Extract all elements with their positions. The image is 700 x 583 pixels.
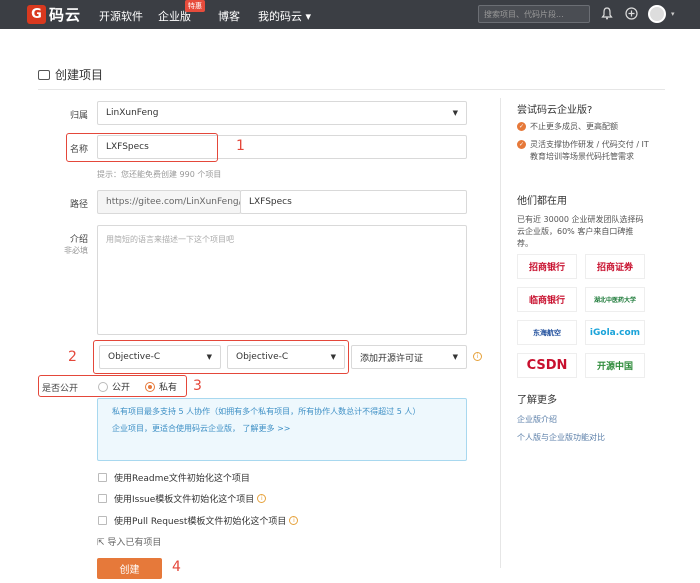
info-line-2[interactable]: 企业项目，更适合使用码云企业版， 了解更多 >>: [112, 423, 452, 434]
logo-igola: iGola.com: [585, 320, 645, 345]
logo-donghai-airlines: 东海航空: [517, 320, 577, 345]
page-title-text: 创建项目: [55, 68, 104, 82]
desc-label: 介绍: [69, 235, 88, 245]
checkbox-pr-label: 使用Pull Request模板文件初始化这个项目: [114, 517, 287, 527]
description-textarea[interactable]: 用简短的语言来描述一下这个项目吧: [97, 225, 467, 335]
annotation-box-2: [93, 340, 349, 374]
checkbox-issue-label: 使用Issue模板文件初始化这个项目: [114, 495, 255, 505]
desc-optional-note: 非必填: [64, 246, 88, 255]
logo-cmbs: 招商证券: [585, 254, 645, 279]
page-title: 创建项目: [38, 66, 103, 83]
help-icon[interactable]: i: [289, 516, 299, 525]
checkbox-issue-template[interactable]: 使用Issue模板文件初始化这个项目 i: [98, 492, 267, 505]
checkbox-box: [98, 516, 107, 525]
owner-value: LinXunFeng: [106, 108, 159, 118]
create-button[interactable]: 创建: [97, 558, 162, 579]
select-arrow-icon: ▼: [452, 353, 458, 361]
promo-badge: 特惠: [185, 0, 205, 12]
annotation-number-2: 2: [68, 349, 77, 365]
nav-my-gitee[interactable]: 我的码云 ▾: [258, 8, 311, 24]
logo-mark: G: [27, 5, 46, 24]
help-icon[interactable]: i: [257, 494, 267, 503]
annotation-number-3: 3: [193, 378, 202, 394]
sidebar-feature-1: ✓ 不止更多成员、更高配额: [517, 121, 652, 133]
title-divider: [38, 89, 665, 90]
sidebar-feature-1-text: 不止更多成员、更高配额: [530, 122, 618, 131]
sidebar-heading-users: 他们都在用: [517, 196, 567, 207]
sidebar-feature-2-text: 灵活支撑协作研发 / 代码交付 / IT 教育培训等场景代码托管需求: [530, 140, 649, 161]
checkbox-box: [98, 473, 107, 482]
chevron-down-icon[interactable]: ▾: [671, 10, 675, 18]
import-project-link[interactable]: ⇱ 导入已有项目: [97, 535, 161, 548]
chevron-down-icon: ▾: [305, 10, 312, 23]
logo-hbtcm: 湖北中医药大学: [585, 287, 645, 312]
logo-oschina: 开源中国: [585, 353, 645, 378]
import-label: 导入已有项目: [107, 538, 162, 548]
help-icon[interactable]: i: [473, 352, 482, 361]
link-version-compare[interactable]: 个人版与企业版功能对比: [517, 432, 605, 443]
logo-cmb: 招商银行: [517, 254, 577, 279]
annotation-box-3: [38, 375, 187, 397]
license-select[interactable]: 添加开源许可证 ▼: [351, 345, 467, 369]
sidebar-feature-2: ✓ 灵活支撑协作研发 / 代码交付 / IT 教育培训等场景代码托管需求: [517, 139, 652, 163]
check-icon: ✓: [517, 140, 526, 149]
checkbox-readme-label: 使用Readme文件初始化这个项目: [114, 474, 250, 484]
license-placeholder: 添加开源许可证: [360, 353, 424, 364]
logo-csdn: CSDN: [517, 353, 577, 378]
path-input[interactable]: LXFSpecs: [240, 190, 467, 214]
owner-select[interactable]: LinXunFeng ▼: [97, 101, 467, 125]
gitee-logo[interactable]: G 码云: [27, 5, 81, 24]
path-value: LXFSpecs: [249, 197, 292, 207]
path-prefix: https://gitee.com/LinXunFeng/: [97, 190, 242, 214]
bell-icon[interactable]: [600, 7, 614, 21]
avatar[interactable]: [648, 5, 666, 23]
sidebar-heading-more: 了解更多: [517, 395, 557, 406]
path-label: 路径: [69, 200, 88, 210]
nav-open-source[interactable]: 开源软件: [99, 8, 143, 24]
nav-blog[interactable]: 博客: [218, 8, 240, 24]
sidebar-users-text: 已有近 30000 企业研发团队选择码云企业版，60% 客户来自口碑推荐。: [517, 215, 644, 248]
plus-circle-icon[interactable]: [624, 7, 638, 21]
annotation-box-1: [66, 133, 218, 162]
sidebar-divider: [500, 98, 501, 568]
import-icon: ⇱: [97, 538, 105, 548]
checkbox-pr-template[interactable]: 使用Pull Request模板文件初始化这个项目 i: [98, 514, 299, 527]
top-navbar: G 码云 开源软件 企业版 特惠 博客 我的码云 ▾ 搜索项目、代码片段... …: [0, 0, 700, 29]
checkbox-readme[interactable]: 使用Readme文件初始化这个项目: [98, 471, 250, 484]
nav-my-gitee-label: 我的码云: [258, 10, 302, 23]
select-arrow-icon: ▼: [452, 109, 458, 117]
checkbox-box: [98, 494, 107, 503]
annotation-number-4: 4: [172, 559, 181, 575]
logo-linshang-bank: 临商银行: [517, 287, 577, 312]
owner-label: 归属: [69, 111, 88, 121]
link-enterprise-intro[interactable]: 企业版介绍: [517, 414, 557, 425]
private-info-box: 私有项目最多支持 5 人协作（如拥有多个私有项目，所有协作人数总计不得超过 5 …: [97, 398, 467, 461]
annotation-number-1: 1: [236, 138, 245, 154]
path-prefix-text: https://gitee.com/LinXunFeng/: [106, 197, 242, 207]
check-icon: ✓: [517, 122, 526, 131]
folder-icon: [38, 69, 50, 80]
info-line-1: 私有项目最多支持 5 人协作（如拥有多个私有项目，所有协作人数总计不得超过 5 …: [112, 407, 421, 416]
sidebar-heading-enterprise: 尝试码云企业版?: [517, 105, 593, 116]
name-hint: 提示：您还能免费创建 990 个项目: [97, 170, 222, 179]
logo-text: 码云: [49, 6, 82, 24]
search-input[interactable]: 搜索项目、代码片段...: [478, 5, 590, 23]
customer-logos: 招商银行 招商证券 临商银行 湖北中医药大学 东海航空 iGola.com CS…: [517, 254, 645, 378]
